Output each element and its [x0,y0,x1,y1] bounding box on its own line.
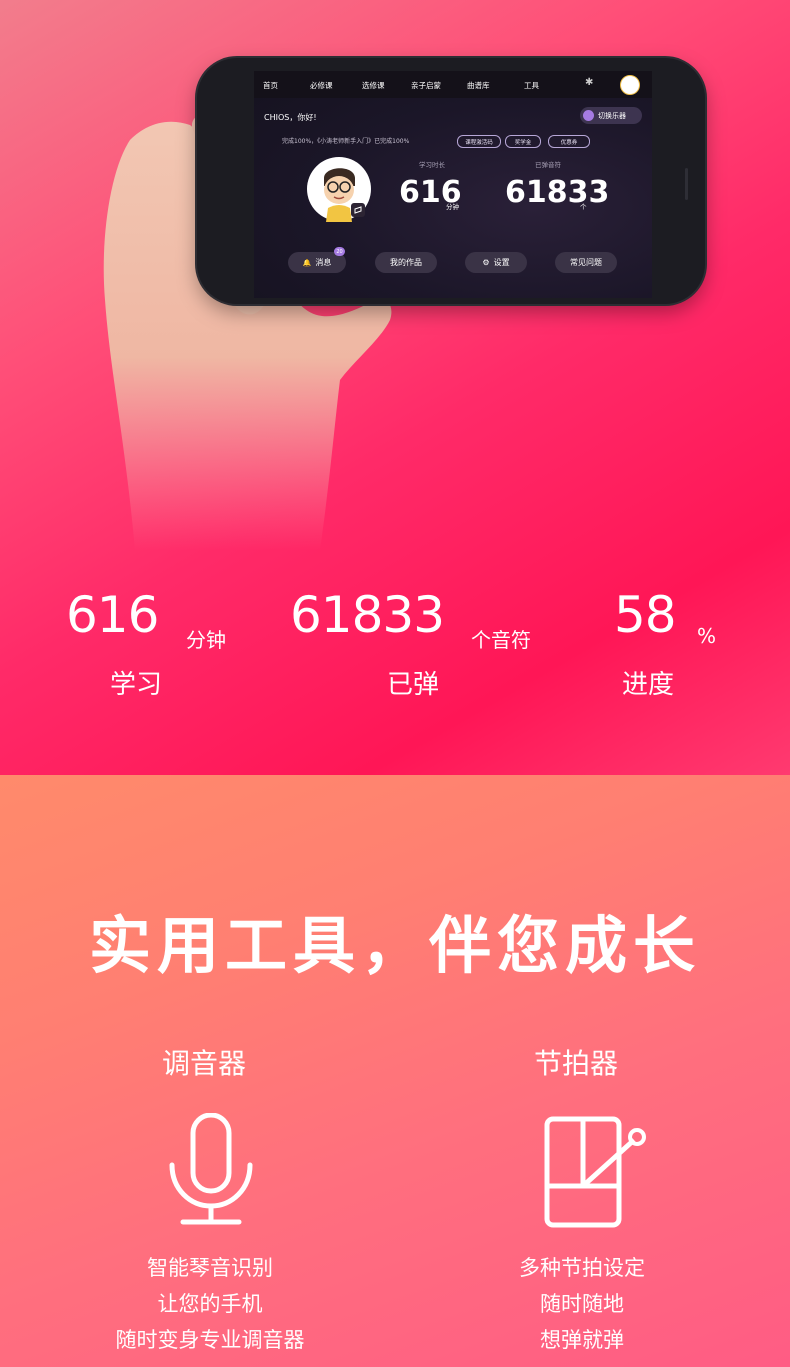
avatar-small[interactable] [620,75,640,95]
stat-progress-unit: % [697,624,717,648]
stat-progress-value: 58 [614,586,677,644]
instrument-icon [583,110,594,121]
microphone-icon [169,1113,253,1225]
metronome-description: 多种节拍设定 随时随地 想弹就弹 [519,1256,645,1352]
metronome-title: 节拍器 [534,1047,619,1080]
switch-instrument-button[interactable]: 切换乐器 [580,107,642,124]
greeting-text: CHIOS，你好! [264,113,317,122]
stat-played-label: 已弹 [387,670,440,700]
bell-icon: 🔔 [302,258,312,267]
tools-headline: 实用工具，伴您成长 [88,909,701,982]
scholarship-button[interactable]: 奖学金 [505,135,541,148]
my-works-button[interactable]: 我的作品 [375,252,437,273]
nav-sheet-library[interactable]: 曲谱库 [467,80,490,91]
user-avatar[interactable] [306,156,372,222]
nav-family[interactable]: 亲子启蒙 [411,80,441,91]
notes-label: 已弹音符 [535,161,561,169]
stat-played-value: 61833 [290,586,445,644]
tuner-title: 调音器 [162,1047,247,1080]
nav-elective[interactable]: 选修课 [362,80,385,91]
notes-unit: 个 [580,203,587,211]
stat-study-value: 616 [66,586,159,644]
message-badge: 20 [334,247,345,256]
nav-home[interactable]: 首页 [263,80,278,91]
tuner-description: 智能琴音识别 让您的手机 随时变身专业调音器 [115,1256,305,1352]
settings-button[interactable]: ⚙ 设置 [465,252,527,273]
bluetooth-icon[interactable]: ✱ [585,77,593,88]
metronome-icon [544,1116,646,1228]
stat-played-unit: 个音符 [471,628,531,652]
nav-tools[interactable]: 工具 [524,80,539,91]
hero-section: 首页 必修课 选修课 亲子启蒙 曲谱库 工具 ✱ CHIOS，你好! 切换乐器 … [0,0,790,775]
gear-icon: ⚙ [482,258,490,267]
progress-text: 完成100%，《小涛老师新手入门》已完成100% [282,138,410,145]
study-time-label: 学习时长 [419,161,445,169]
study-time-unit: 分钟 [446,203,459,211]
stat-study-label: 学习 [110,670,163,700]
notes-value: 61833 [505,175,610,210]
phone-speaker [685,168,688,200]
stat-progress-label: 进度 [622,670,675,700]
activation-code-button[interactable]: 课程激活码 [457,135,501,148]
coupon-button[interactable]: 优惠券 [548,135,590,148]
nav-required[interactable]: 必修课 [310,80,333,91]
stat-study-unit: 分钟 [186,628,226,652]
faq-button[interactable]: 常见问题 [555,252,617,273]
